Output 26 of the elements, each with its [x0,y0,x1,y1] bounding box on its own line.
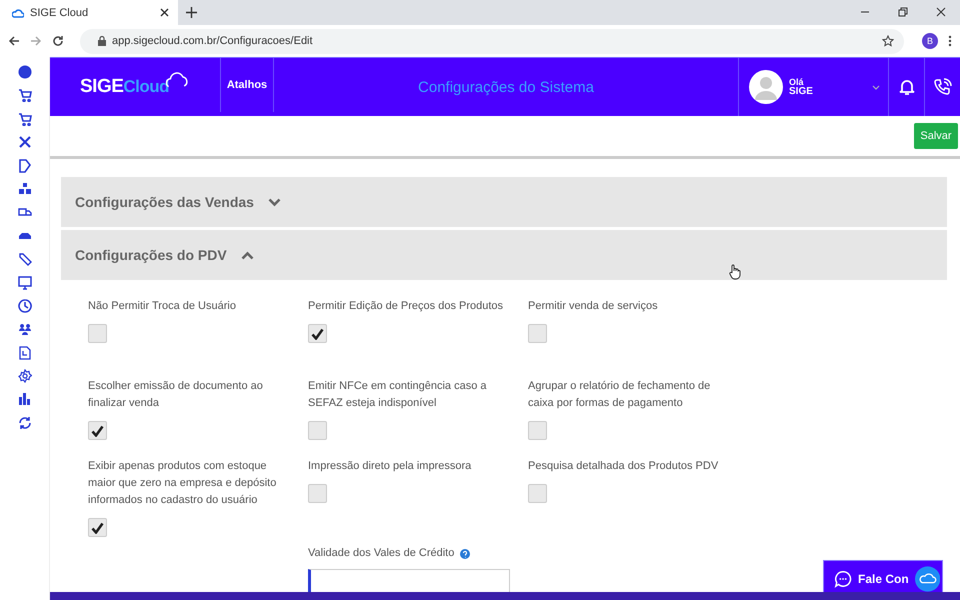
section-header[interactable]: Configurações das Vendas [61,177,947,227]
setting-label: Agrupar o relatório de fechamento de caixa por formas de pagamento [528,379,712,411]
address-bar[interactable]: app.sigecloud.com.br/Configuracoes/Edit [80,28,904,54]
setting-label: Emitir NFCe em contingência caso a SEFAZ esteja indisponível [308,379,488,411]
browser-tab[interactable]: SIGE Cloud [0,0,178,25]
url-text: app.sigecloud.com.br/Configuracoes/Edit [112,35,313,47]
field-label: Validade dos Vales de Crédito [308,546,454,561]
setting-label: Pesquisa detalhada dos Produtos PDV [528,459,718,474]
setting-label: Permitir venda de serviços [528,299,658,314]
logo[interactable]: SIGECloud [50,58,220,116]
page-title: Configurações do Sistema [417,78,595,98]
section-header[interactable]: Configurações do PDV [61,230,947,280]
setting-label: Permitir Edição de Preços dos Produtos [308,299,504,314]
chat-button[interactable]: Fale Con [823,560,943,592]
user-menu[interactable]: Olá SIGE [738,58,888,116]
section-title: Configurações das Vendas [75,194,254,210]
setting-label: Escolher emissão de documento ao finalizar venda [88,379,264,411]
greeting-text: Olá [789,78,805,86]
shortcuts-button[interactable]: Atalhos [220,58,274,112]
setting-label: Impressão direto pela impressora [308,459,472,474]
tab-title: SIGE Cloud [30,6,90,18]
profile-avatar[interactable]: B [922,33,938,49]
user-name: SIGE [789,86,813,96]
setting-label: Exibir apenas produtos com estoque maior que zero na empresa e depósito informados no cadastro do usuário [88,459,278,508]
setting-label: Não Permitir Troca de Usuário [88,299,236,314]
section-title: Configurações do PDV [75,247,227,263]
